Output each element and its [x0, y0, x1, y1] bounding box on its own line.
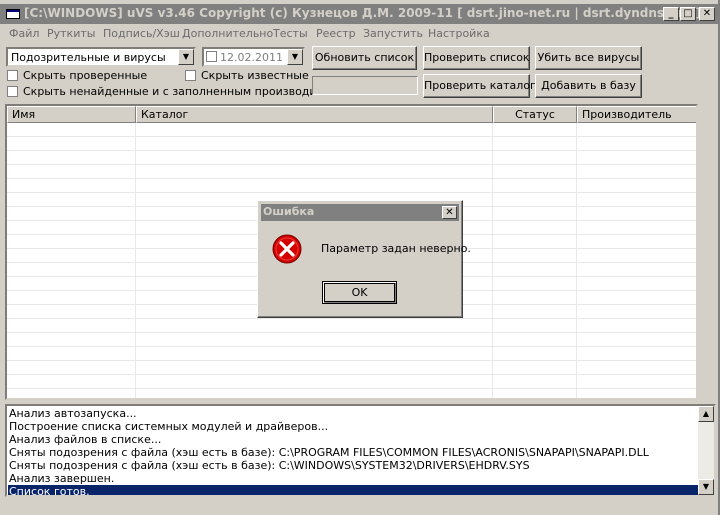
maximize-button[interactable]: □ — [680, 7, 696, 21]
date-value: 12.02.2011 — [220, 51, 283, 64]
dialog-message: Параметр задан неверно. — [321, 242, 471, 255]
window-title: [C:\WINDOWS] uVS v3.46 Copyright (c) Куз… — [24, 6, 702, 20]
dialog-title-bar[interactable]: Ошибка ✕ — [261, 204, 459, 221]
menu-tests[interactable]: Тесты — [273, 27, 308, 40]
log-line-selected[interactable]: Список готов. — [8, 485, 699, 495]
column-header-directory[interactable]: Каталог — [136, 106, 493, 123]
hide-not-found-checkbox[interactable]: Скрыть ненайденные и с заполненным произ… — [7, 85, 352, 98]
log-line[interactable]: Построение списка системных модулей и др… — [8, 420, 328, 433]
ok-button[interactable]: OK — [322, 281, 397, 304]
toolbar: Подозрительные и вирусы ▼ 12.02.2011 ▼ С… — [0, 43, 718, 101]
date-checkbox[interactable] — [206, 51, 217, 62]
column-divider — [135, 123, 136, 398]
check-list-button[interactable]: Проверить список — [423, 46, 530, 70]
path-field[interactable] — [312, 76, 418, 95]
kill-all-viruses-button[interactable]: Убить все вирусы — [535, 46, 642, 70]
log-line[interactable]: Анализ файлов в списке... — [8, 433, 161, 446]
filter-select[interactable]: Подозрительные и вирусы ▼ — [6, 47, 196, 67]
date-picker[interactable]: 12.02.2011 ▼ — [202, 47, 305, 67]
add-to-database-button[interactable]: Добавить в базу — [535, 74, 642, 98]
menu-additional[interactable]: Дополнительно — [182, 27, 273, 40]
scroll-up-icon[interactable]: ▲ — [698, 406, 714, 422]
menu-settings[interactable]: Настройка — [428, 27, 490, 40]
hide-known-label: Скрыть известные — [201, 69, 309, 82]
column-header-manufacturer[interactable]: Производитель — [577, 106, 696, 123]
checkbox-box[interactable] — [7, 70, 18, 81]
filter-select-value: Подозрительные и вирусы — [11, 51, 166, 64]
hide-not-found-label: Скрыть ненайденные и с заполненным произ… — [23, 85, 352, 98]
chevron-down-icon[interactable]: ▼ — [287, 49, 303, 65]
log-line[interactable]: Сняты подозрения с файла (хэш есть в баз… — [8, 459, 530, 472]
hide-known-checkbox[interactable]: Скрыть известные — [185, 69, 309, 82]
refresh-list-button[interactable]: Обновить список — [312, 46, 417, 70]
log-scrollbar[interactable]: ▲ ▼ — [698, 406, 714, 495]
checkbox-box[interactable] — [185, 70, 196, 81]
dialog-title: Ошибка — [263, 205, 315, 218]
menu-signature-hash[interactable]: Подпись/Хэш — [103, 27, 180, 40]
app-icon — [6, 9, 20, 19]
column-header-name[interactable]: Имя — [7, 106, 136, 123]
error-icon — [272, 234, 302, 264]
column-divider — [492, 123, 493, 398]
check-directory-button[interactable]: Проверить каталог — [423, 74, 536, 98]
title-bar[interactable]: [C:\WINDOWS] uVS v3.46 Copyright (c) Куз… — [0, 4, 718, 24]
error-dialog: Ошибка ✕ Параметр задан неверно. OK — [257, 200, 471, 318]
log-line[interactable]: Анализ автозапуска... — [8, 407, 137, 420]
status-bar — [0, 499, 718, 515]
main-window: [C:\WINDOWS] uVS v3.46 Copyright (c) Куз… — [0, 0, 720, 515]
chevron-down-icon[interactable]: ▼ — [178, 49, 194, 65]
menu-run[interactable]: Запустить — [363, 27, 423, 40]
hide-checked-label: Скрыть проверенные — [23, 69, 148, 82]
checkbox-box[interactable] — [7, 86, 18, 97]
column-header-status[interactable]: Статус — [493, 106, 577, 123]
close-button[interactable]: ✕ — [699, 7, 715, 21]
menu-file[interactable]: Файл — [9, 27, 39, 40]
log-line[interactable]: Сняты подозрения с файла (хэш есть в баз… — [8, 446, 649, 459]
grid-header: Имя Каталог Статус Производитель — [7, 106, 696, 123]
minimize-button[interactable]: _ — [663, 7, 679, 21]
hide-checked-checkbox[interactable]: Скрыть проверенные — [7, 69, 147, 82]
menu-bar: Файл Руткиты Подпись/Хэш Дополнительно Т… — [0, 24, 718, 43]
dialog-close-button[interactable]: ✕ — [442, 206, 457, 219]
log-list[interactable]: Анализ автозапуска... Построение списка … — [5, 404, 716, 497]
scroll-down-icon[interactable]: ▼ — [698, 479, 714, 495]
log-line[interactable]: Анализ завершен. — [8, 472, 114, 485]
menu-registry[interactable]: Реестр — [316, 27, 356, 40]
column-divider — [576, 123, 577, 398]
menu-rootkits[interactable]: Руткиты — [47, 27, 95, 40]
